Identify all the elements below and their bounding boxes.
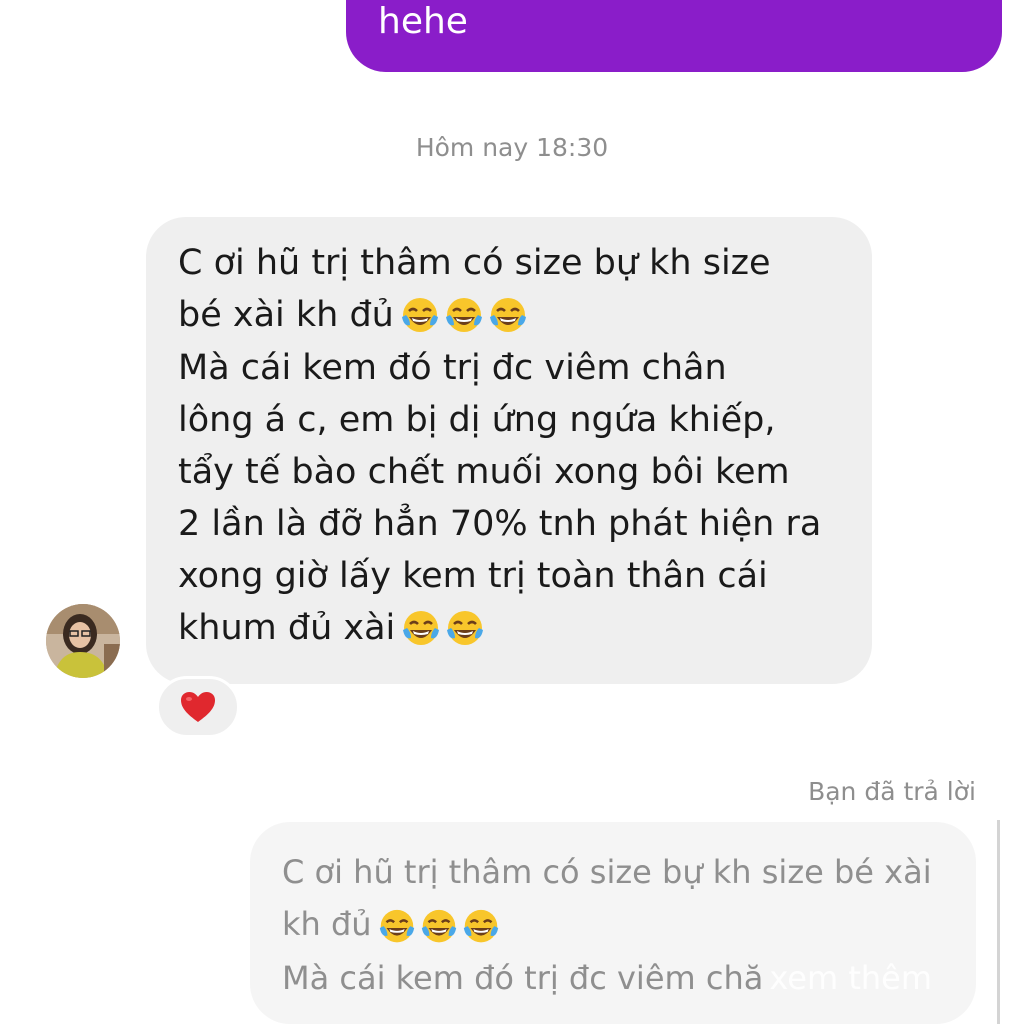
face-with-tears-of-joy-icon xyxy=(445,298,482,332)
emoji-group xyxy=(376,900,502,952)
sent-message-text: hehe xyxy=(378,1,468,42)
quoted-line: Mà cái kem đó trị đc viêm chă xyxy=(282,959,764,997)
heart-reaction-badge[interactable] xyxy=(156,676,240,738)
reply-indicator-bar xyxy=(997,820,1000,1024)
face-with-tears-of-joy-icon xyxy=(489,298,526,332)
received-message-bubble[interactable]: C ơi hũ trị thâm có size bự kh size bé x… xyxy=(146,217,872,684)
message-line-with-emoji: bé xài kh đủ xyxy=(178,289,852,342)
quoted-line-with-emoji: kh đủ xyxy=(282,898,956,952)
see-more-link[interactable]: xem thêm xyxy=(769,959,932,997)
message-line: bé xài kh đủ xyxy=(178,295,394,335)
avatar-photo-icon xyxy=(46,604,120,678)
sent-message-bubble[interactable]: hehe xyxy=(346,0,1002,72)
message-line: khum đủ xài xyxy=(178,608,396,648)
message-line: xong giờ lấy kem trị toàn thân cái xyxy=(178,556,768,596)
quoted-line-truncated: Mà cái kem đó trị đc viêm chă xem thêm xyxy=(282,952,956,1004)
quoted-reply-bubble[interactable]: C ơi hũ trị thâm có size bự kh size bé x… xyxy=(250,822,976,1024)
message-timestamp: Hôm nay 18:30 xyxy=(415,133,609,162)
avatar[interactable] xyxy=(46,604,120,678)
chat-screen: hehe Hôm nay 18:30 C ơi hũ trị thâm có s… xyxy=(0,0,1024,1024)
face-with-tears-of-joy-icon xyxy=(421,909,456,943)
message-line: Mà cái kem đó trị đc viêm chân xyxy=(178,348,727,388)
message-line: C ơi hũ trị thâm có size bự kh size xyxy=(178,243,771,283)
message-line: lông á c, em bị dị ứng ngứa khiếp, xyxy=(178,400,776,440)
face-with-tears-of-joy-icon xyxy=(379,909,414,943)
emoji-group xyxy=(398,290,530,342)
message-line: 2 lần là đỡ hẳn 70% tnh phát hiện ra xyxy=(178,504,822,544)
face-with-tears-of-joy-icon xyxy=(401,298,438,332)
quoted-line: C ơi hũ trị thâm có size bự kh size bé x… xyxy=(282,853,932,891)
message-line-with-emoji: khum đủ xài xyxy=(178,602,852,655)
reply-label: Bạn đã trả lời xyxy=(808,777,976,806)
emoji-group xyxy=(399,603,487,655)
red-heart-icon xyxy=(181,692,215,722)
face-with-tears-of-joy-icon xyxy=(447,611,484,645)
message-line: tẩy tế bào chết muối xong bôi kem xyxy=(178,452,790,492)
quoted-line: kh đủ xyxy=(282,905,372,943)
face-with-tears-of-joy-icon xyxy=(463,909,498,943)
face-with-tears-of-joy-icon xyxy=(403,611,440,645)
